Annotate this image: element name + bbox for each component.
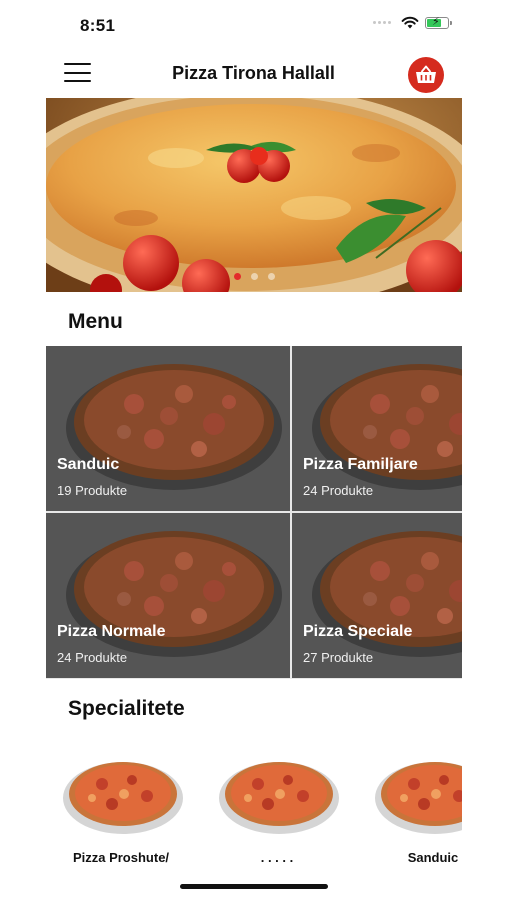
status-icons: ⚡ [373, 16, 452, 29]
pizza-image [219, 762, 339, 834]
carousel-dot[interactable] [233, 273, 241, 280]
menu-section-title: Menu [68, 310, 123, 333]
category-name: Pizza Familjare [303, 456, 418, 473]
category-tile-sanduic[interactable]: Sanduic 19 Produkte [46, 346, 290, 511]
basket-icon [416, 65, 436, 83]
carousel-dot[interactable] [250, 273, 258, 280]
menu-category-grid: Sanduic 19 Produkte Pizza Familjare 24 P… [46, 346, 462, 679]
status-time: 8:51 [80, 16, 116, 35]
pizza-image [375, 762, 462, 834]
carousel-page-indicator[interactable] [46, 273, 462, 280]
pizza-image [63, 762, 183, 834]
category-name: Pizza Normale [57, 623, 166, 640]
category-count: 24 Produkte [303, 483, 374, 498]
signal-dots-icon [373, 21, 391, 24]
category-tile-pizza-familjare[interactable]: Pizza Familjare 24 Produkte [292, 346, 462, 511]
category-count: 19 Produkte [57, 483, 128, 498]
wifi-icon [401, 16, 419, 29]
category-count: 27 Produkte [303, 650, 374, 665]
category-name: Sanduic [57, 456, 120, 473]
specialty-card[interactable]: Pizza Proshute/ [50, 750, 192, 865]
hero-pizza-image [46, 98, 462, 292]
cart-button[interactable] [408, 57, 444, 93]
nav-bar: Pizza Tirona Hallall [0, 52, 507, 96]
specialties-carousel[interactable]: Pizza Proshute/ . . . . . Sanduic [46, 750, 462, 865]
specialty-card[interactable]: Sanduic [362, 750, 462, 865]
category-tile-pizza-normale[interactable]: Pizza Normale 24 Produkte [46, 513, 290, 678]
specialty-name: Pizza Proshute/ [72, 850, 170, 865]
carousel-dot[interactable] [267, 273, 275, 280]
battery-charging-icon: ⚡ [425, 16, 452, 29]
specialties-section-title: Specialitete [68, 697, 185, 720]
home-indicator[interactable] [180, 884, 328, 889]
category-name: Pizza Speciale [303, 623, 413, 640]
status-bar: 8:51 ⚡ [0, 0, 507, 52]
category-count: 24 Produkte [57, 650, 128, 665]
specialty-name: Sanduic [407, 850, 459, 865]
specialty-card[interactable]: . . . . . [206, 750, 348, 865]
category-tile-pizza-speciale[interactable]: Pizza Speciale 27 Produkte [292, 513, 462, 678]
hero-carousel[interactable] [46, 98, 462, 292]
specialty-name: . . . . . [260, 850, 294, 865]
